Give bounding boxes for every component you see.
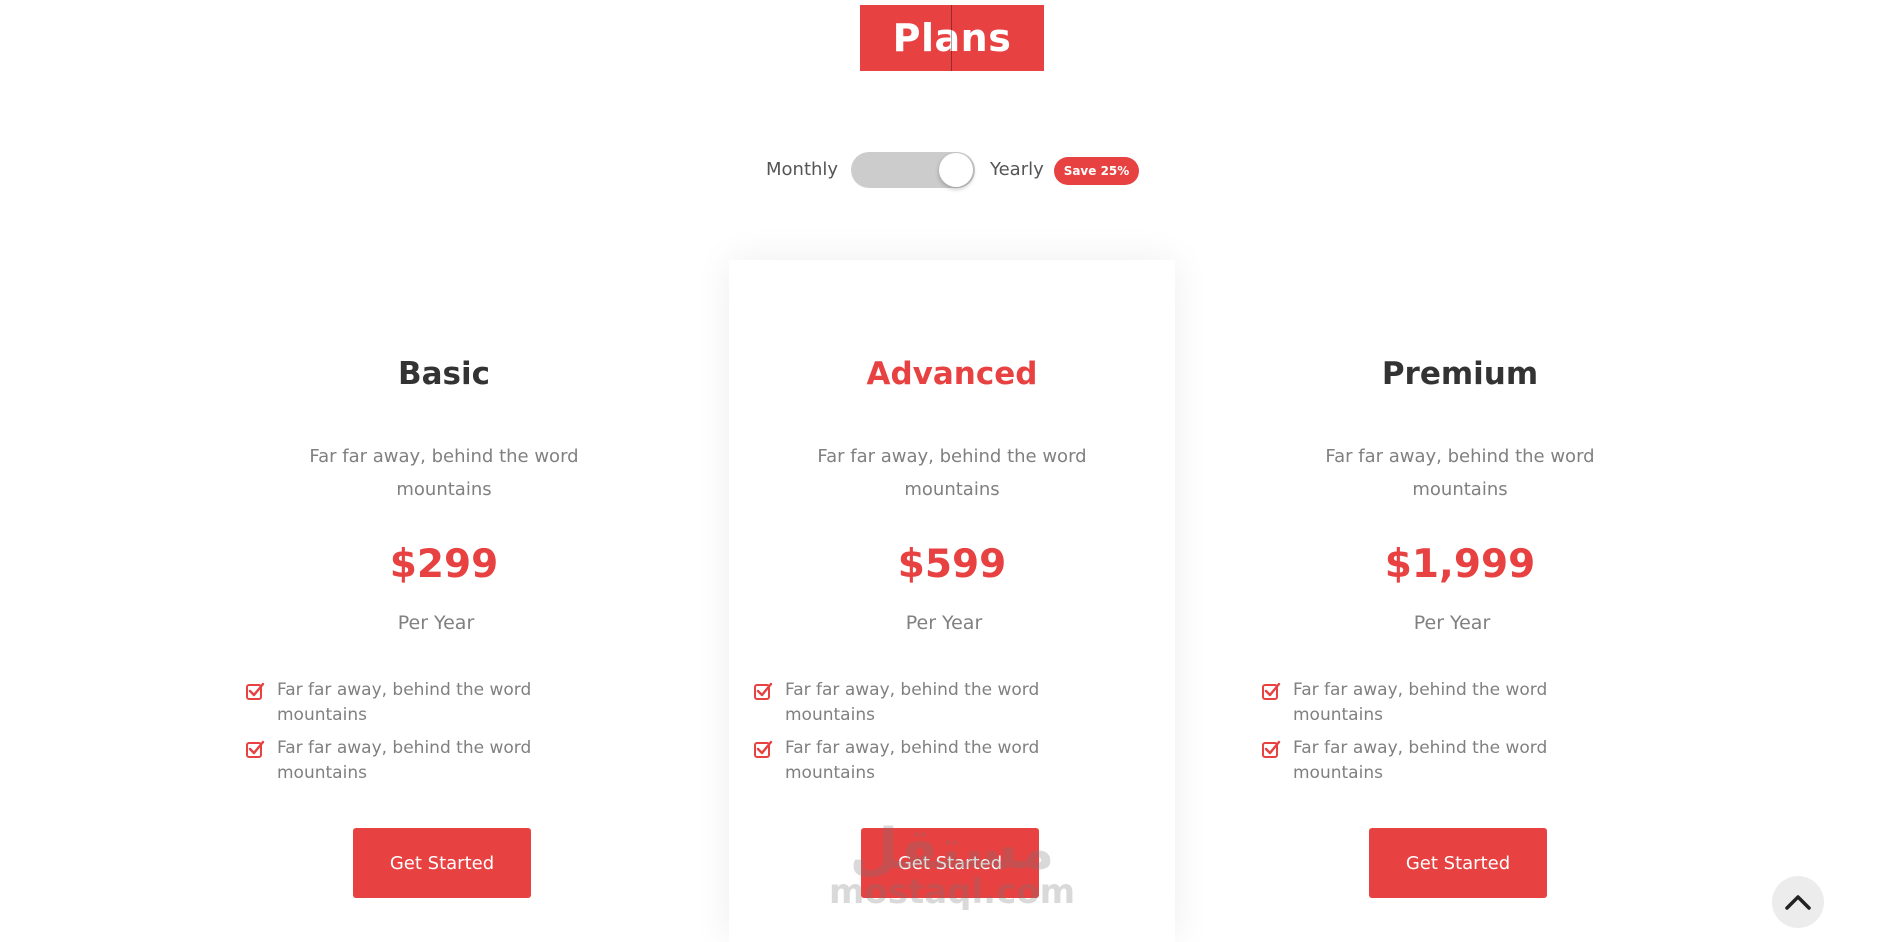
title-divider — [951, 5, 952, 71]
feature-item: Far far away, behind the word mountains — [753, 678, 1113, 728]
feature-text: Far far away, behind the word mountains — [785, 680, 1040, 725]
check-square-icon — [246, 740, 265, 758]
get-started-button-basic[interactable]: Get Started — [353, 828, 531, 898]
check-square-icon — [754, 682, 773, 700]
monthly-label[interactable]: Monthly — [766, 159, 838, 180]
feature-list: Far far away, behind the word mountains … — [245, 678, 605, 794]
feature-list: Far far away, behind the word mountains … — [1261, 678, 1621, 794]
yearly-label[interactable]: Yearly — [990, 159, 1044, 180]
plan-description: Far far away, behind the word mountains — [309, 446, 579, 500]
feature-text: Far far away, behind the word mountains — [277, 680, 532, 725]
page-title-banner: Plans — [860, 5, 1044, 71]
plan-period: Per Year — [1413, 612, 1491, 634]
check-square-icon — [1262, 740, 1281, 758]
feature-item: Far far away, behind the word mountains — [245, 678, 605, 728]
check-square-icon — [754, 740, 773, 758]
feature-text: Far far away, behind the word mountains — [277, 738, 532, 783]
billing-switch-knob[interactable] — [939, 153, 973, 187]
chevron-up-icon — [1785, 895, 1811, 910]
feature-text: Far far away, behind the word mountains — [1293, 680, 1548, 725]
plan-name: Premium — [1381, 356, 1539, 392]
plan-card-premium: Premium Far far away, behind the word mo… — [1237, 260, 1683, 942]
feature-item: Far far away, behind the word mountains — [1261, 736, 1621, 786]
plan-price: $1,999 — [1384, 542, 1536, 587]
plan-card-advanced: Advanced Far far away, behind the word m… — [729, 260, 1175, 942]
check-square-icon — [246, 682, 265, 700]
feature-item: Far far away, behind the word mountains — [245, 736, 605, 786]
feature-text: Far far away, behind the word mountains — [1293, 738, 1548, 783]
billing-toggle: Monthly Yearly Save 25% — [0, 150, 1898, 190]
plan-price: $599 — [897, 542, 1007, 587]
get-started-button-advanced[interactable]: Get Started — [861, 828, 1039, 898]
plan-card-basic: Basic Far far away, behind the word moun… — [221, 260, 667, 942]
save-badge: Save 25% — [1054, 157, 1139, 185]
scroll-to-top-button[interactable] — [1772, 876, 1824, 928]
plan-period: Per Year — [397, 612, 475, 634]
billing-switch[interactable] — [851, 152, 975, 188]
plan-description: Far far away, behind the word mountains — [1325, 446, 1595, 500]
plan-name: Advanced — [866, 356, 1038, 392]
plan-price: $299 — [389, 542, 499, 587]
plan-name: Basic — [397, 356, 490, 392]
feature-text: Far far away, behind the word mountains — [785, 738, 1040, 783]
check-square-icon — [1262, 682, 1281, 700]
plan-description: Far far away, behind the word mountains — [817, 446, 1087, 500]
feature-item: Far far away, behind the word mountains — [753, 736, 1113, 786]
get-started-button-premium[interactable]: Get Started — [1369, 828, 1547, 898]
feature-item: Far far away, behind the word mountains — [1261, 678, 1621, 728]
plan-period: Per Year — [905, 612, 983, 634]
feature-list: Far far away, behind the word mountains … — [753, 678, 1113, 794]
